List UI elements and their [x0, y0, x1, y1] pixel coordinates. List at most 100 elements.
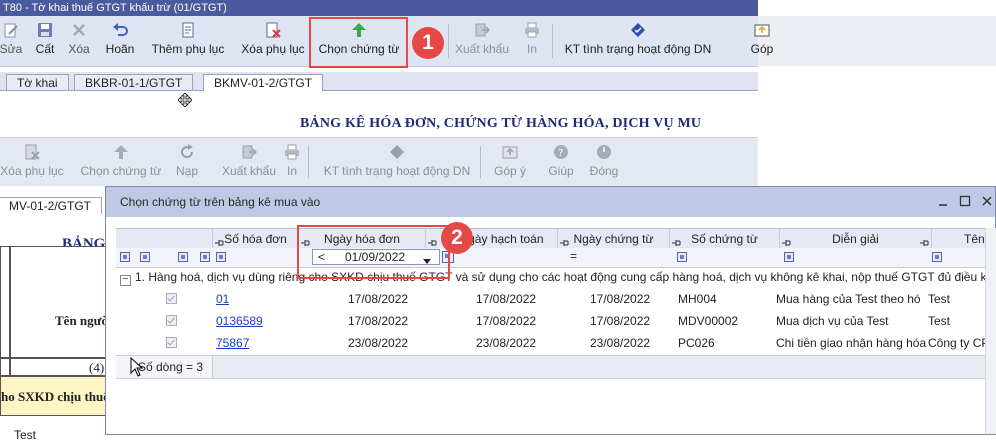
filter-row: < 01/09/2022 = [116, 248, 995, 268]
save-icon [36, 21, 54, 39]
filter-icon[interactable] [216, 252, 226, 262]
check-status-button-2[interactable]: KT tình trạng hoạt động DN [322, 138, 472, 188]
accounting-filter-operator[interactable]: = [570, 249, 577, 263]
export-button[interactable]: Xuất khẩu [454, 16, 510, 66]
delete-appendix-button[interactable]: Xóa phụ lục [238, 16, 308, 66]
header-invoice-no[interactable]: Số hóa đơn [213, 229, 299, 249]
grid-header: Số hóa đơn Ngày hóa đơn Ngày hạch toán N… [116, 228, 995, 250]
close-icon[interactable] [980, 194, 994, 208]
pin-icon[interactable] [672, 234, 681, 246]
voucher-no: MH004 [678, 292, 717, 306]
close-button[interactable]: Đóng [586, 138, 622, 188]
party-name: Test [928, 314, 951, 328]
toolbar-separator [308, 146, 309, 178]
tab-to-khai[interactable]: Tờ khai [6, 74, 69, 90]
toolbar-separator [480, 146, 481, 178]
invoice-date: 17/08/2022 [348, 292, 409, 306]
filter-icon[interactable] [784, 252, 794, 262]
header-voucher-no-label: Số chứng từ [691, 232, 758, 246]
pin-icon[interactable] [782, 234, 791, 246]
accounting-date: 17/08/2022 [476, 314, 537, 328]
secondary-toolbar: Xóa phụ lục Chọn chứng từ Nạp Xuất khẩu … [0, 137, 758, 186]
print-button-2[interactable]: In [281, 138, 303, 188]
header-voucher-no[interactable]: Số chứng từ [670, 229, 780, 249]
background-document: BẢNG Tên ngườ (4) ho SXKD chịu thuế Test [0, 214, 106, 442]
export-icon [473, 21, 491, 39]
load-label: Nạp [175, 164, 198, 178]
maximize-icon[interactable] [958, 194, 972, 208]
check-status-button[interactable]: KT tình trạng hoạt động DN [560, 16, 716, 66]
bg-cell [0, 358, 10, 376]
tab-bkmv[interactable]: BKMV-01-2/GTGT [203, 74, 324, 91]
header-description[interactable]: Diễn giải [780, 229, 932, 249]
add-appendix-label: Thêm phụ lục [151, 42, 225, 56]
print-button[interactable]: In [521, 16, 543, 66]
table-row[interactable]: 01 17/08/2022 17/08/2022 17/08/2022 MH00… [116, 289, 995, 309]
help-button[interactable]: ? Giúp [546, 138, 576, 188]
table-row[interactable]: 75867 23/08/2022 23/08/2022 23/08/2022 P… [116, 333, 995, 353]
group-row[interactable]: −1. Hàng hoá, dịch vụ dùng riêng cho SXK… [116, 269, 995, 286]
filter-icon[interactable] [677, 252, 687, 262]
delete-label: Xóa [68, 42, 90, 56]
invoice-no-link[interactable]: 01 [216, 289, 229, 309]
voucher-no: MDV00002 [678, 314, 739, 328]
delete-button[interactable]: Xóa [62, 16, 96, 66]
load-button[interactable]: Nạp [172, 138, 202, 188]
undo-button[interactable]: Hoãn [102, 16, 138, 66]
bg-text: Test [14, 428, 37, 442]
check-status-label-2: KT tình trạng hoạt động DN [323, 164, 471, 178]
feedback-button-2[interactable]: Góp ý [492, 138, 528, 188]
refresh-icon [178, 143, 196, 161]
minimize-icon[interactable] [936, 194, 950, 208]
filter-icon[interactable] [120, 252, 130, 262]
feedback-icon [501, 143, 519, 161]
secondary-tabs: MV-01-2/GTGT [0, 196, 105, 214]
save-button[interactable]: Cất [30, 16, 60, 66]
bg-column-number: (4) [10, 358, 106, 376]
help-icon: ? [552, 143, 570, 161]
export-label: Xuất khẩu [454, 42, 510, 56]
edit-button[interactable]: Sửa [0, 16, 26, 66]
bg-cell [0, 246, 10, 358]
choose-voucher-dialog: Chọn chứng từ trên bảng kê mua vào Số hó… [105, 186, 996, 435]
filter-icon[interactable] [178, 252, 188, 262]
tab-bkmv-2[interactable]: MV-01-2/GTGT [0, 197, 103, 214]
grid-footer: Số dòng = 3 [116, 355, 995, 379]
table-row[interactable]: 0136589 17/08/2022 17/08/2022 17/08/2022… [116, 311, 995, 331]
tab-bkbr[interactable]: BKBR-01-1/GTGT [74, 74, 194, 90]
print-label: In [526, 42, 537, 56]
print-icon [523, 21, 541, 39]
help-label: Giúp [548, 164, 574, 178]
feedback-icon [753, 21, 771, 39]
accounting-date: 17/08/2022 [476, 292, 537, 306]
row-checkbox[interactable] [166, 337, 177, 348]
choose-voucher-button-2[interactable]: Chọn chứng từ [78, 138, 164, 188]
row-checkbox[interactable] [166, 315, 177, 326]
filter-icon[interactable] [140, 252, 150, 262]
pin-icon[interactable] [920, 234, 929, 246]
delete-appendix-button-2[interactable]: Xóa phụ lục [0, 138, 66, 188]
svg-text:?: ? [558, 148, 563, 159]
delete-appendix-label: Xóa phụ lục [241, 42, 305, 56]
add-appendix-button[interactable]: Thêm phụ lục [148, 16, 228, 66]
delete-appendix-icon [264, 21, 282, 39]
feedback-button[interactable]: Góp [732, 16, 792, 66]
print-icon [283, 143, 301, 161]
pin-icon[interactable] [215, 234, 224, 246]
document-title: BẢNG KÊ HÓA ĐƠN, CHỨNG TỪ HÀNG HÓA, DỊCH… [300, 116, 702, 131]
collapse-icon[interactable]: − [120, 275, 131, 286]
voucher-no: PC026 [678, 336, 715, 350]
invoice-no-link[interactable]: 75867 [216, 333, 249, 353]
party-name: Công ty CP [928, 336, 990, 350]
header-description-label: Diễn giải [832, 232, 879, 246]
pin-icon[interactable] [560, 234, 569, 246]
edit-label: Sửa [0, 42, 23, 56]
filter-icon[interactable] [200, 252, 210, 262]
arrow-up-icon [112, 143, 130, 161]
vertical-scrollbar[interactable] [985, 228, 996, 434]
invoice-no-link[interactable]: 0136589 [216, 311, 263, 331]
header-voucher-date[interactable]: Ngày chứng từ [558, 229, 670, 249]
row-checkbox[interactable] [166, 293, 177, 304]
export-button-2[interactable]: Xuất khẩu [222, 138, 276, 188]
filter-icon[interactable] [932, 252, 942, 262]
